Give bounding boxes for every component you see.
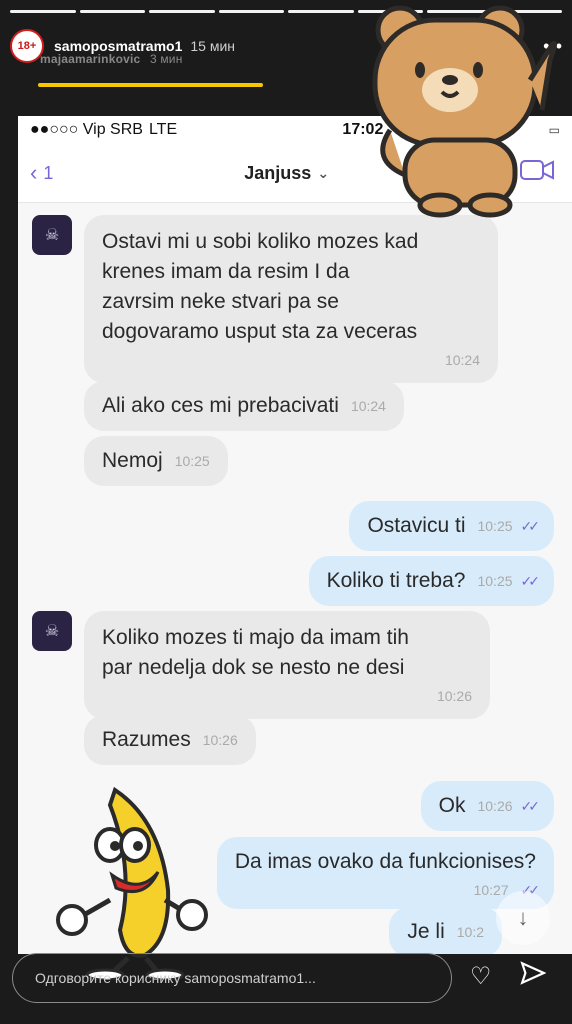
- carrier-label: ●●○○○ Vip SRB: [30, 121, 143, 138]
- message-incoming: Nemoj 10:25: [84, 436, 228, 486]
- message-incoming: Razumes 10:26: [84, 715, 256, 765]
- scroll-down-button[interactable]: ↓: [496, 891, 550, 945]
- contact-avatar[interactable]: ☠: [32, 611, 72, 651]
- message-line: krenes imam da resim I da: [102, 260, 350, 283]
- message-outgoing: Ok 10:26 ✓✓: [420, 781, 554, 831]
- tagged-time: 3 мин: [149, 52, 183, 66]
- message-text: Je li: [407, 920, 445, 943]
- message-outgoing: Je li 10:2: [389, 907, 502, 954]
- message-line: dogovaramo usput sta za veceras: [102, 320, 418, 343]
- story-time: 15 мин: [190, 38, 236, 54]
- message-time: 10:24: [444, 352, 480, 368]
- reply-actions: ♡: [470, 960, 546, 993]
- message-outgoing: Ostavicu ti 10:25 ✓✓: [349, 501, 554, 551]
- contact-avatar[interactable]: ☠: [32, 215, 72, 255]
- message-time: 10:26: [436, 688, 472, 704]
- message-text: Ostavicu ti: [367, 514, 466, 537]
- story-avatar[interactable]: 18+: [10, 29, 44, 63]
- chat-title[interactable]: Janjuss ⌄: [244, 163, 329, 184]
- bear-sticker[interactable]: [360, 0, 560, 220]
- network-label: LTE: [148, 121, 178, 138]
- arrow-down-icon: ↓: [517, 905, 529, 930]
- read-check-icon: ✓✓: [520, 798, 541, 814]
- message-time: 10:25: [477, 573, 513, 589]
- back-button[interactable]: ‹ 1: [30, 160, 53, 186]
- progress-seg: [218, 10, 284, 13]
- message-text: Da imas ovako da funkcionises?: [234, 850, 536, 873]
- heart-icon[interactable]: ♡: [470, 962, 492, 991]
- message-incoming: Ostavi mi u sobi koliko mozes kad krenes…: [84, 215, 498, 383]
- read-check-icon: ✓✓: [520, 573, 541, 589]
- yellow-highlight-bar: [38, 83, 263, 87]
- message-line: Koliko mozes ti majo da imam tih: [102, 626, 409, 649]
- message-line: zavrsim neke stvari pa se: [102, 290, 339, 313]
- message-incoming: Koliko mozes ti majo da imam tih par ned…: [84, 611, 490, 719]
- message-time: 10:26: [202, 732, 238, 748]
- status-left: ●●○○○ Vip SRB LTE: [30, 121, 177, 139]
- tagged-user[interactable]: majaamarinkovic 3 мин: [40, 52, 183, 66]
- message-outgoing: Koliko ti treba? 10:25 ✓✓: [308, 556, 554, 606]
- message-line: par nedelja dok se nesto ne desi: [102, 656, 405, 679]
- message-time: 10:2: [456, 924, 484, 940]
- unread-count: 1: [43, 162, 54, 183]
- read-check-icon: ✓✓: [520, 518, 541, 534]
- message-time: 10:26: [477, 798, 513, 814]
- message-text: Ali ako ces mi prebacivati: [102, 394, 339, 417]
- progress-seg: [79, 10, 145, 13]
- chevron-down-icon: ⌄: [317, 164, 330, 181]
- message-line: Ostavi mi u sobi koliko mozes kad: [102, 230, 419, 253]
- banana-sticker[interactable]: [50, 780, 210, 982]
- message-text: Razumes: [102, 728, 191, 751]
- message-time: 10:25: [174, 453, 210, 469]
- message-text: Nemoj: [102, 449, 163, 472]
- message-time: 10:24: [350, 398, 386, 414]
- tagged-username: majaamarinkovic: [40, 52, 141, 66]
- message-time-row: 10:27 ✓✓: [235, 875, 541, 905]
- chat-title-label: Janjuss: [244, 162, 312, 183]
- chevron-left-icon: ‹: [30, 160, 38, 185]
- send-icon[interactable]: [519, 960, 546, 993]
- progress-seg: [149, 10, 215, 13]
- message-incoming: Ali ako ces mi prebacivati 10:24: [84, 381, 404, 431]
- progress-seg: [10, 10, 76, 13]
- reply-input[interactable]: Одговорите кориснику samoposmatramo1...: [12, 953, 452, 1003]
- message-text: Ok: [438, 794, 466, 817]
- message-time: 10:25: [477, 518, 513, 534]
- message-time: 10:27: [473, 882, 509, 898]
- message-text: Koliko ti treba?: [326, 569, 466, 592]
- progress-seg: [288, 10, 354, 13]
